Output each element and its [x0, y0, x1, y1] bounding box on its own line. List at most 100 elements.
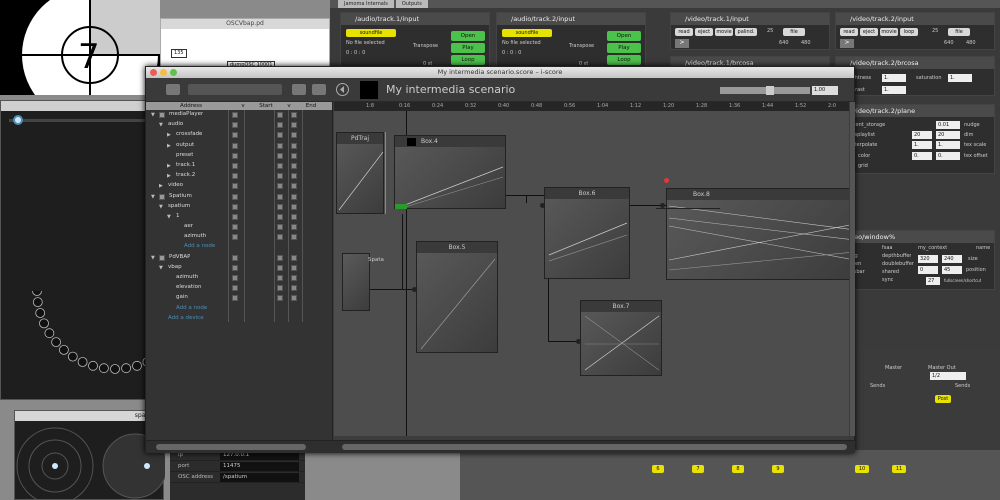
box-5[interactable]: Box.5	[416, 241, 498, 353]
row-checkbox[interactable]	[291, 112, 297, 118]
open-button[interactable]: Open	[607, 31, 641, 41]
channel-7-button[interactable]: 7	[692, 465, 704, 473]
row-checkbox[interactable]	[232, 193, 238, 200]
tree-row[interactable]: ▼ spatium	[146, 202, 332, 212]
row-checkbox[interactable]	[277, 275, 283, 281]
source-dropdown[interactable]: soundfile	[502, 29, 552, 37]
row-checkbox[interactable]	[291, 152, 297, 159]
zoom-slider[interactable]	[720, 87, 810, 94]
row-checkbox[interactable]	[277, 213, 283, 220]
row-checkbox[interactable]	[232, 295, 238, 302]
row-checkbox[interactable]	[232, 132, 238, 139]
row-checkbox[interactable]	[277, 112, 283, 118]
scenario-color-swatch[interactable]	[360, 81, 378, 99]
tree-row[interactable]: ▼ audio	[146, 120, 332, 130]
row-checkbox[interactable]	[232, 213, 238, 220]
file-button[interactable]: file	[783, 28, 805, 36]
play-arrow-icon[interactable]: >	[675, 39, 689, 48]
end-column-header[interactable]: End	[296, 103, 326, 109]
row-checkbox[interactable]	[277, 234, 283, 241]
collapsed-triangle-icon[interactable]: ▶	[167, 143, 171, 149]
plane-row-field[interactable]: 0.	[912, 152, 932, 160]
box-pdtraj[interactable]: PdTraj	[336, 132, 384, 214]
collapsed-triangle-icon[interactable]: ▶	[159, 183, 163, 189]
row-checkbox[interactable]	[232, 122, 238, 129]
connection-point-icon[interactable]	[660, 203, 665, 208]
pos-x-field[interactable]: 0	[918, 266, 938, 274]
tree-scroll-thumb[interactable]	[156, 444, 306, 450]
tree-row[interactable]: gain	[146, 293, 332, 303]
tree-row[interactable]: ▼ 1	[146, 212, 332, 222]
spatium-slider[interactable]	[9, 119, 149, 122]
tree-row[interactable]: ▶ track.1	[146, 161, 332, 171]
row-checkbox[interactable]	[232, 224, 238, 231]
plane-row-field[interactable]: 0.01	[936, 121, 960, 129]
start-toggle-header[interactable]: v	[236, 103, 250, 109]
add-node-link[interactable]: Add a node	[184, 243, 215, 249]
row-checkbox[interactable]	[277, 132, 283, 139]
row-checkbox[interactable]	[291, 224, 297, 231]
expanded-triangle-icon[interactable]: ▼	[159, 204, 163, 210]
size-width-field[interactable]: 320	[918, 255, 938, 263]
connection-point-icon[interactable]	[540, 203, 545, 208]
expanded-triangle-icon[interactable]: ▼	[151, 112, 155, 118]
tree-row[interactable]: elevation	[146, 283, 332, 293]
row-checkbox[interactable]	[232, 203, 238, 210]
tree-row[interactable]: preset	[146, 151, 332, 161]
row-checkbox[interactable]	[291, 234, 297, 241]
context-name[interactable]: my_context	[918, 245, 947, 251]
tree-row[interactable]: Add a node	[146, 304, 332, 314]
row-checkbox[interactable]	[291, 295, 297, 302]
window-checkbox-label[interactable]: shared	[882, 269, 899, 275]
row-checkbox[interactable]	[232, 183, 238, 190]
window-checkbox-label[interactable]: doublebuffer	[882, 261, 914, 267]
expanded-triangle-icon[interactable]: ▼	[151, 194, 155, 200]
row-checkbox[interactable]	[291, 213, 297, 220]
osc-port-field[interactable]: 11475	[220, 461, 299, 471]
connection-point-icon[interactable]	[412, 287, 417, 292]
master-out-select[interactable]: 1/2	[930, 372, 966, 380]
osc-address-field[interactable]: /spatium	[220, 472, 299, 482]
collapsed-triangle-icon[interactable]: ▶	[167, 163, 171, 169]
channel-11-button[interactable]: 11	[892, 465, 906, 473]
source-dropdown[interactable]: soundfile	[346, 29, 396, 37]
zoom-slider-handle[interactable]	[766, 86, 774, 95]
plane-row-field[interactable]: 0.	[936, 152, 960, 160]
tree-row[interactable]: azimuth	[146, 232, 332, 242]
eject-button[interactable]: eject	[695, 28, 713, 36]
row-checkbox[interactable]	[291, 183, 297, 190]
channel-8-button[interactable]: 8	[732, 465, 744, 473]
remove-device-button[interactable]	[312, 84, 326, 95]
row-checkbox[interactable]	[291, 173, 297, 180]
row-checkbox[interactable]	[232, 254, 238, 261]
device-name-field[interactable]	[188, 84, 282, 95]
row-checkbox[interactable]	[291, 132, 297, 139]
window-checkbox-label[interactable]: sync	[882, 277, 893, 283]
row-checkbox[interactable]	[277, 152, 283, 159]
play-arrow-icon[interactable]: >	[840, 39, 854, 48]
row-checkbox[interactable]	[232, 152, 238, 159]
row-checkbox[interactable]	[291, 275, 297, 281]
row-checkbox[interactable]	[291, 254, 297, 261]
row-checkbox[interactable]	[277, 122, 283, 129]
horizontal-scrollbar[interactable]	[146, 440, 855, 453]
tree-row[interactable]: aer	[146, 222, 332, 232]
box-8[interactable]: Box.8	[666, 188, 849, 280]
row-checkbox[interactable]	[291, 142, 297, 149]
row-checkbox[interactable]	[277, 173, 283, 180]
tree-row[interactable]: ▶ video	[146, 181, 332, 191]
row-checkbox[interactable]	[291, 203, 297, 210]
channel-10-button[interactable]: 10	[855, 465, 869, 473]
device-checkbox[interactable]	[159, 112, 165, 118]
row-checkbox[interactable]	[277, 295, 283, 302]
expanded-triangle-icon[interactable]: ▼	[159, 122, 163, 128]
pd-number-box[interactable]: 135	[171, 49, 187, 58]
end-toggle-header[interactable]: v	[282, 103, 296, 109]
saturation-field[interactable]: 1.	[948, 74, 972, 82]
collapsed-triangle-icon[interactable]: ▶	[167, 173, 171, 179]
channel-9-button[interactable]: 9	[772, 465, 784, 473]
read-button[interactable]: read	[675, 28, 693, 36]
tab-outputs[interactable]: Outputs	[395, 0, 428, 8]
row-checkbox[interactable]	[232, 264, 238, 271]
row-checkbox[interactable]	[277, 203, 283, 210]
